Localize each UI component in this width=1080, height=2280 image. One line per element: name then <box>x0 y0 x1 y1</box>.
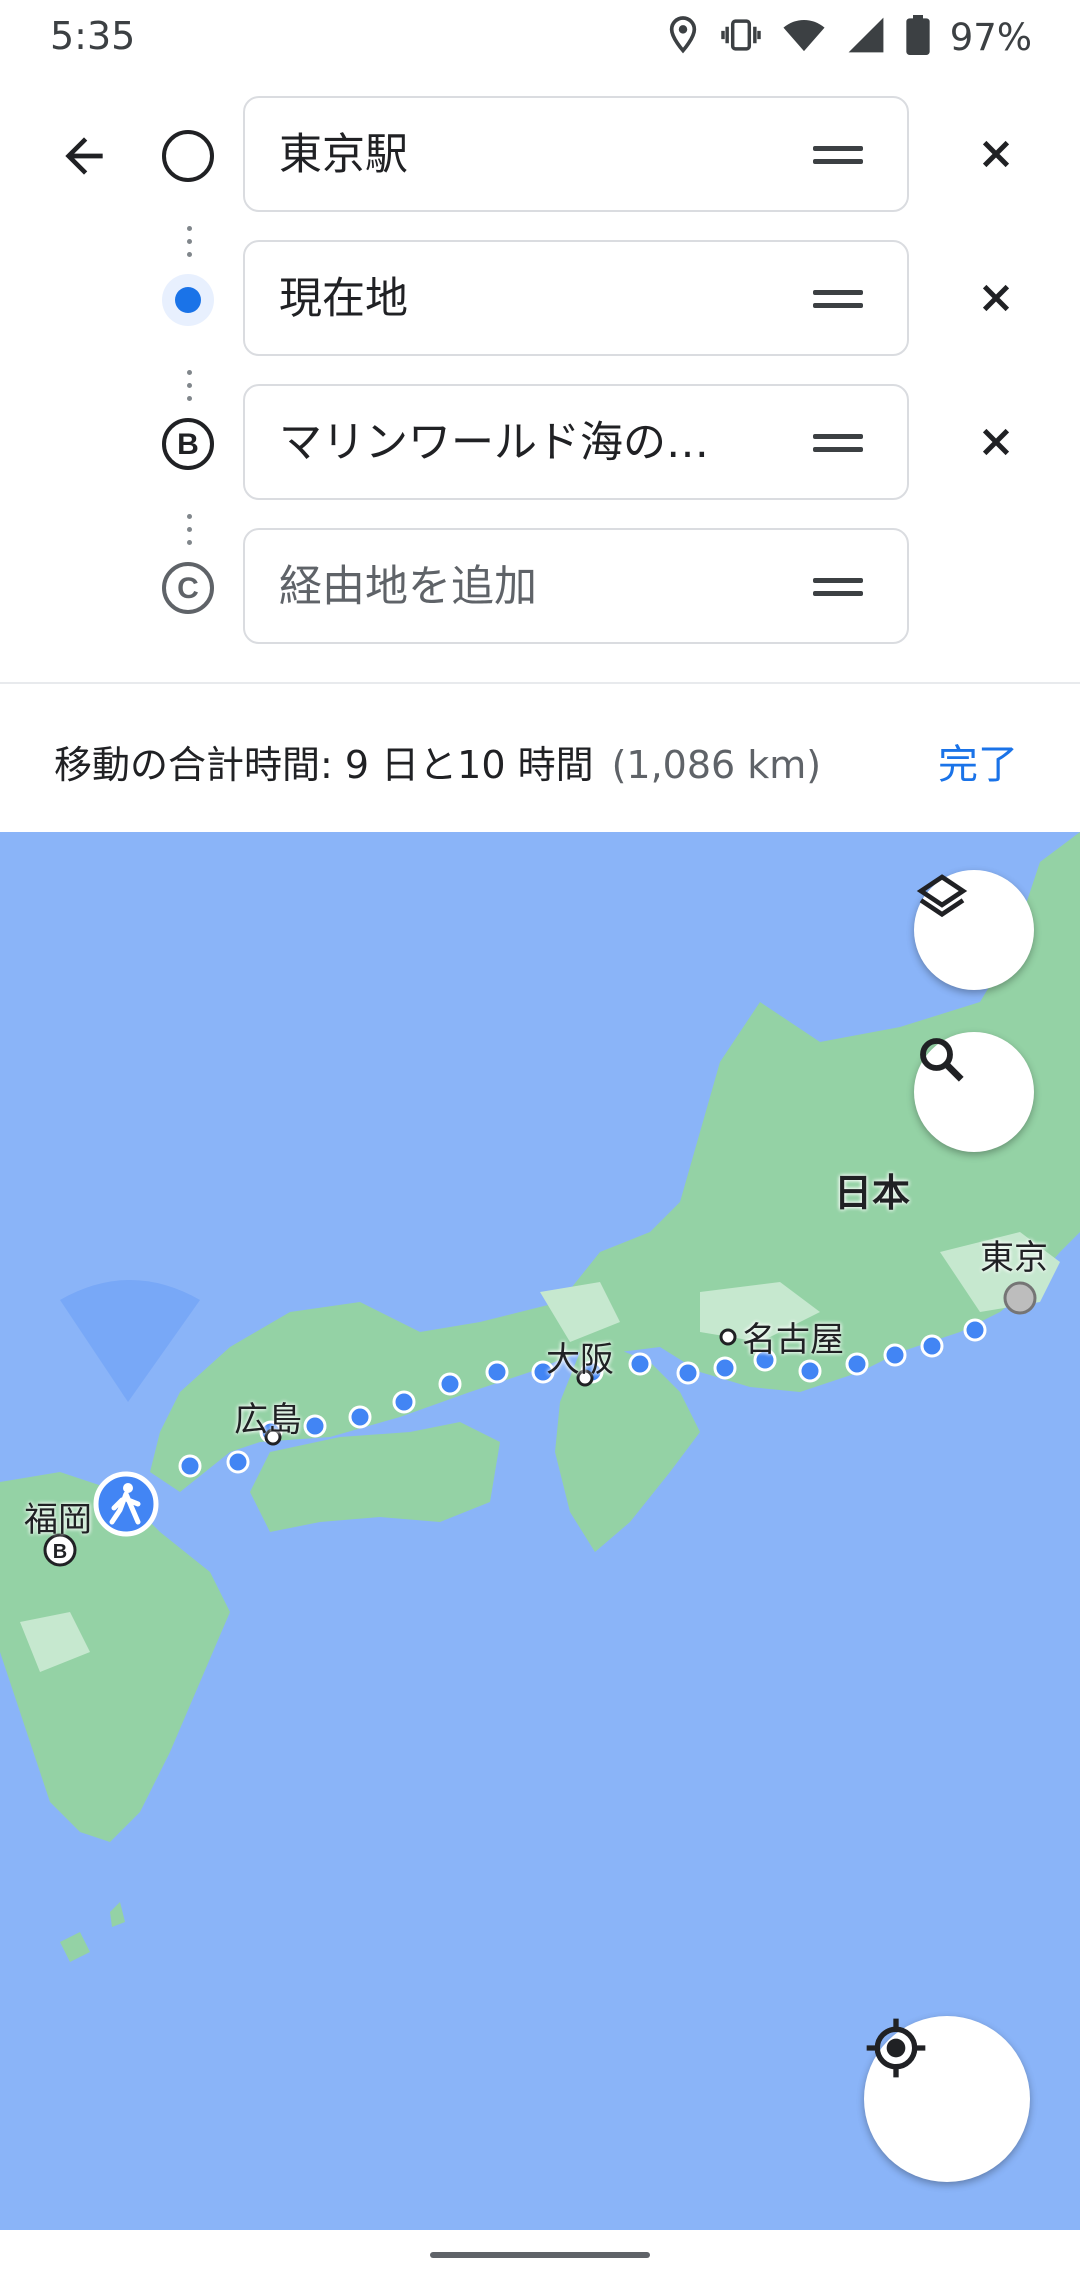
origin-field[interactable]: 東京駅 <box>243 96 909 212</box>
battery-percent: 97% <box>949 15 1032 59</box>
route-dot <box>485 1360 509 1384</box>
remove-origin-button[interactable] <box>964 122 1028 186</box>
map-label-japan: 日本 <box>834 1171 911 1215</box>
route-dot <box>713 1356 737 1380</box>
route-dot <box>920 1334 944 1358</box>
tokyo-origin-marker <box>1003 1281 1037 1315</box>
origin-circle-icon <box>162 130 214 182</box>
drag-handle-icon[interactable] <box>813 434 863 454</box>
status-time: 5:35 <box>50 14 136 58</box>
map-label-fukuoka[interactable]: 福岡 <box>24 1492 92 1541</box>
total-travel-time: 移動の合計時間: 9 日と10 時間 <box>54 743 594 787</box>
signal-icon <box>846 16 886 58</box>
destination-b-field[interactable]: マリンワールド海の… <box>243 384 909 500</box>
close-icon <box>982 428 1010 456</box>
island <box>60 1932 90 1962</box>
add-stop-placeholder: 経由地を追加 <box>279 562 537 612</box>
drag-handle-icon[interactable] <box>813 290 863 310</box>
destination-b-field-value: マリンワールド海の… <box>279 418 709 468</box>
origin-field-value: 東京駅 <box>279 130 408 180</box>
route-dot <box>348 1405 372 1429</box>
trip-summary-bar: 移動の合計時間: 9 日と10 時間 (1,086 km) 完了 <box>0 682 1080 834</box>
trip-summary: 移動の合計時間: 9 日と10 時間 (1,086 km) <box>54 734 821 789</box>
map-label-hiroshima[interactable]: 広島 <box>234 1392 302 1441</box>
wifi-icon <box>782 17 826 57</box>
route-stop-current: 現在地 <box>0 240 1080 360</box>
map-view[interactable]: B 日本 東京 名古屋 大阪 広島 福岡 <box>0 832 1080 2230</box>
route-dot <box>178 1454 202 1478</box>
route-dot <box>676 1361 700 1385</box>
svg-text:B: B <box>177 428 199 461</box>
route-stop-origin: 東京駅 <box>0 96 1080 216</box>
layers-button[interactable] <box>914 870 1034 990</box>
route-dot <box>963 1318 987 1342</box>
island <box>110 1902 125 1927</box>
search-button[interactable] <box>914 1032 1034 1152</box>
home-gesture-handle[interactable] <box>430 2252 650 2258</box>
my-location-button[interactable] <box>864 2016 1030 2182</box>
my-location-icon <box>866 2018 926 2078</box>
vibrate-icon <box>720 17 762 57</box>
map-label-nagoya[interactable]: 名古屋 <box>742 1312 844 1361</box>
layers-icon <box>916 874 968 918</box>
route-dot <box>883 1343 907 1367</box>
svg-text:B: B <box>53 1541 67 1563</box>
svg-text:C: C <box>177 572 199 605</box>
gesture-nav-bar <box>0 2230 1080 2280</box>
status-bar: 5:35 97% <box>0 0 1080 76</box>
route-stop-b: B マリンワールド海の… <box>0 384 1080 504</box>
current-location-field[interactable]: 現在地 <box>243 240 909 356</box>
route-dot <box>392 1390 416 1414</box>
route-editor: 東京駅 現在地 B マリンワールド海の… C 経由地を追加 <box>0 76 1080 682</box>
route-dot <box>628 1352 652 1376</box>
close-icon <box>982 140 1010 168</box>
done-button[interactable]: 完了 <box>938 732 1018 790</box>
search-icon <box>920 1038 964 1082</box>
route-dot <box>303 1414 327 1438</box>
status-icons: 97% <box>666 12 1032 62</box>
close-icon <box>982 284 1010 312</box>
route-dot <box>845 1352 869 1376</box>
current-location-dot-icon <box>162 274 214 326</box>
add-stop-field[interactable]: 経由地を追加 <box>243 528 909 644</box>
battery-icon <box>906 15 930 59</box>
heading-cone <box>60 1280 200 1402</box>
route-dot <box>438 1372 462 1396</box>
map-label-osaka[interactable]: 大阪 <box>546 1332 614 1381</box>
remove-destination-b-button[interactable] <box>964 410 1028 474</box>
current-location-walk-marker <box>93 1471 159 1537</box>
map-label-tokyo[interactable]: 東京 <box>980 1230 1048 1279</box>
total-distance: (1,086 km) <box>611 743 822 787</box>
drag-handle-icon[interactable] <box>813 146 863 166</box>
marker-b-icon: B <box>162 418 214 470</box>
route-stop-c: C 経由地を追加 <box>0 528 1080 648</box>
city-marker-nagoya <box>719 1328 737 1346</box>
route-dot <box>798 1359 822 1383</box>
drag-handle-icon[interactable] <box>813 578 863 598</box>
current-location-field-value: 現在地 <box>279 274 408 324</box>
marker-c-icon: C <box>162 562 214 614</box>
route-dot <box>226 1450 250 1474</box>
location-icon <box>666 15 700 59</box>
remove-current-location-button[interactable] <box>964 266 1028 330</box>
